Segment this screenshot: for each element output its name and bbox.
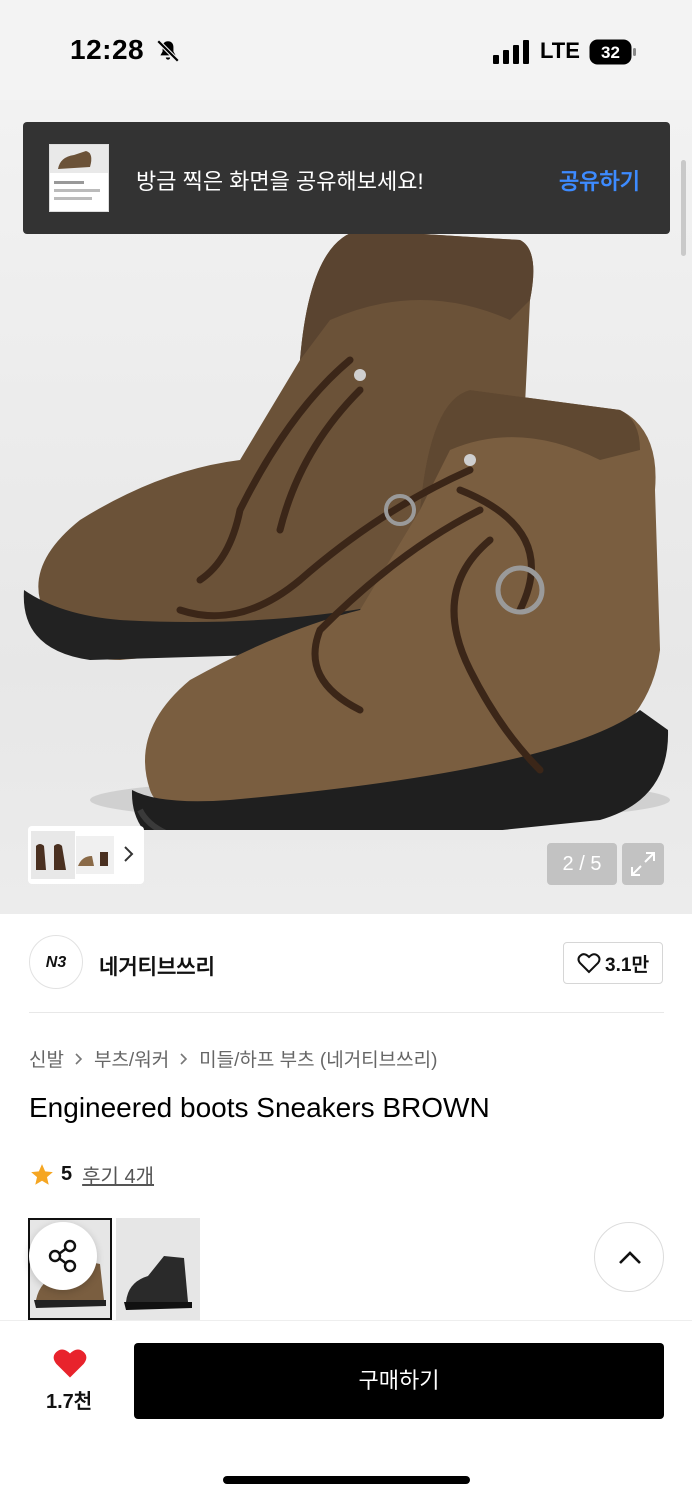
signal-icon	[493, 40, 529, 64]
breadcrumb-item[interactable]: 신발	[29, 1045, 64, 1072]
share-icon	[48, 1239, 77, 1273]
status-bar: 12:28 LTE 32	[0, 0, 692, 100]
network-type: LTE	[540, 38, 580, 63]
star-icon	[31, 1163, 53, 1185]
boots-photo	[23, 230, 670, 830]
rating: 5 후기 4개	[29, 1160, 154, 1189]
brand-name[interactable]: 네거티브쓰리	[99, 951, 215, 981]
breadcrumb-item[interactable]: 미들/하프 부츠 (네거티브쓰리)	[199, 1045, 437, 1072]
review-link[interactable]: 후기 4개	[82, 1160, 154, 1189]
product-title: Engineered boots Sneakers BROWN	[29, 1092, 490, 1123]
rating-score: 5	[61, 1163, 73, 1185]
black-boot-thumbnail	[124, 1256, 192, 1310]
color-option-black[interactable]	[116, 1218, 200, 1320]
gallery-thumbnail-strip[interactable]	[28, 826, 144, 884]
chevron-right-icon	[75, 1052, 83, 1065]
brand-logo[interactable]: N3	[29, 935, 83, 989]
breadcrumb-item[interactable]: 부츠/워커	[94, 1045, 169, 1072]
image-counter: 2 / 5	[547, 843, 617, 885]
toast-message: 방금 찍은 화면을 공유해보세요!	[136, 169, 424, 194]
buy-button[interactable]: 구매하기	[134, 1343, 664, 1419]
expand-icon	[631, 852, 655, 876]
share-button[interactable]	[29, 1222, 97, 1290]
scroll-top-button[interactable]	[594, 1222, 664, 1292]
battery-level: 32	[601, 43, 620, 62]
heart-filled-icon[interactable]	[52, 1347, 88, 1379]
wish-count: 1.7천	[46, 1391, 93, 1413]
bottom-bar: 1.7천 구매하기	[0, 1320, 692, 1500]
chevron-right-icon	[180, 1052, 188, 1065]
screenshot-thumbnail[interactable]	[49, 144, 109, 212]
scrollbar[interactable]	[681, 160, 686, 256]
breadcrumb: 신발 부츠/워커 미들/하프 부츠 (네거티브쓰리)	[29, 1045, 437, 1072]
gallery-thumbnails	[31, 831, 114, 879]
home-indicator	[223, 1476, 470, 1484]
divider	[29, 1012, 664, 1013]
chevron-right-icon	[124, 846, 134, 862]
toast-share-button[interactable]: 공유하기	[559, 164, 640, 196]
chevron-up-icon	[619, 1251, 641, 1264]
heart-outline-icon	[577, 953, 601, 974]
bell-off-icon	[156, 39, 180, 63]
expand-button[interactable]	[622, 843, 664, 885]
status-time: 12:28	[70, 34, 145, 65]
brand-like-button[interactable]: 3.1만	[563, 942, 663, 984]
battery-icon: 32	[589, 39, 636, 65]
share-toast: 방금 찍은 화면을 공유해보세요! 공유하기	[23, 122, 670, 234]
brand-like-count: 3.1만	[605, 954, 649, 976]
